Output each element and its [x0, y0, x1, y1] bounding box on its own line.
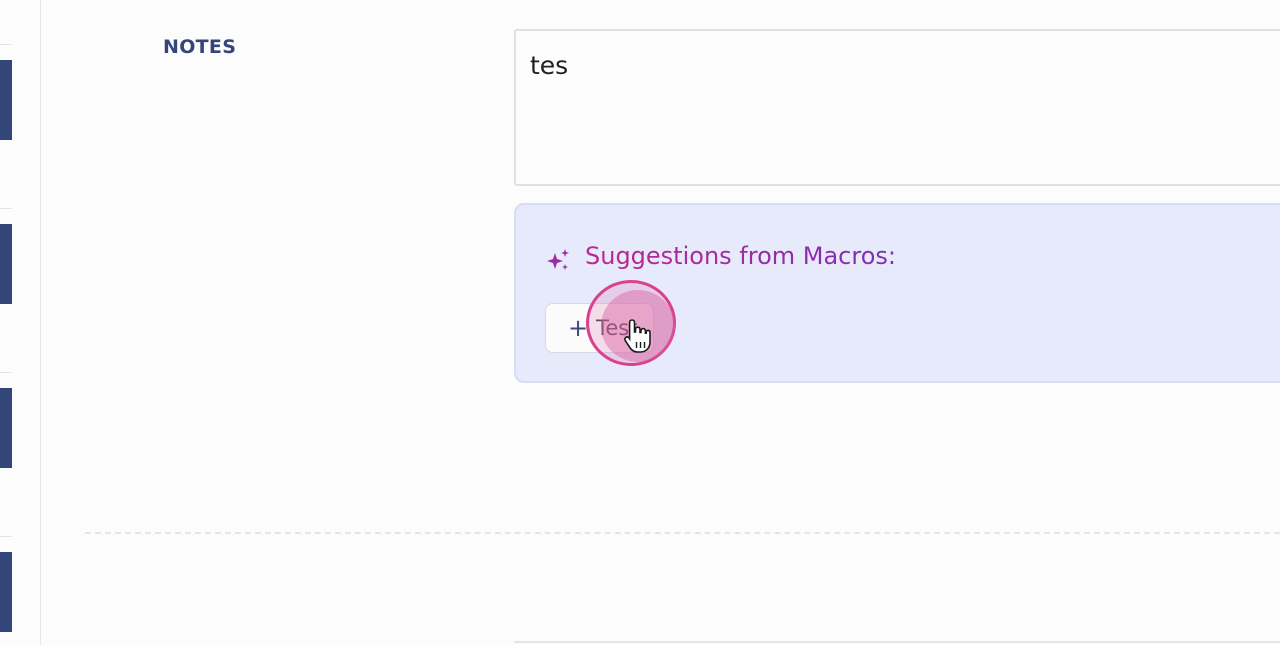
macro-chip-label: Test — [596, 316, 638, 340]
page: NOTES tes Suggestions from Macros: + Tes… — [0, 0, 1280, 645]
notes-label: NOTES — [163, 36, 237, 58]
sparkle-icon — [547, 249, 569, 270]
notes-textarea[interactable]: tes — [514, 29, 1280, 186]
rail-divider — [0, 536, 12, 537]
plus-icon: + — [568, 314, 589, 342]
macro-chip-test[interactable]: + Test — [545, 303, 655, 353]
suggestions-title: Suggestions from Macros: — [585, 242, 896, 270]
rail-tab-2[interactable] — [0, 224, 12, 304]
rail-divider — [0, 372, 12, 373]
rail-divider — [0, 44, 12, 45]
rail-divider — [0, 208, 12, 209]
section-divider — [85, 532, 1280, 534]
macro-suggestions-panel: Suggestions from Macros: + Test — [514, 203, 1280, 383]
next-field-border — [514, 641, 1280, 643]
left-rail — [0, 0, 41, 645]
rail-tab-4[interactable] — [0, 552, 12, 632]
rail-tab-1[interactable] — [0, 60, 12, 140]
rail-tab-3[interactable] — [0, 388, 12, 468]
